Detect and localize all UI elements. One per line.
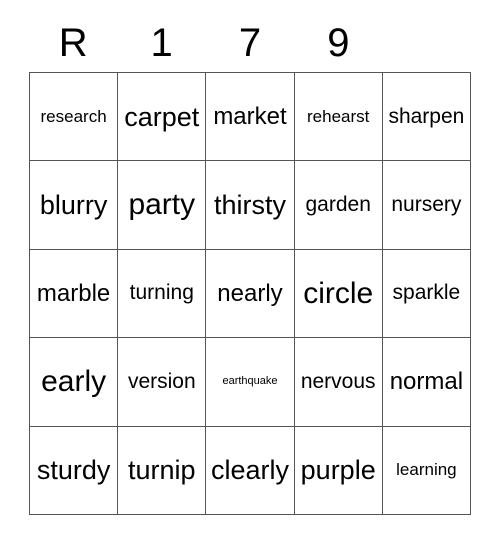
bingo-cell[interactable]: early bbox=[30, 338, 119, 427]
bingo-cell[interactable]: nursery bbox=[382, 161, 471, 250]
bingo-cell[interactable]: research bbox=[30, 73, 119, 162]
bingo-cell-label: rehearst bbox=[307, 106, 370, 126]
bingo-cell[interactable]: earthquake bbox=[206, 338, 295, 427]
bingo-cell[interactable]: market bbox=[206, 73, 295, 162]
bingo-header-row: R 1 7 9 bbox=[29, 14, 471, 72]
bingo-cell-label: carpet bbox=[124, 101, 200, 132]
bingo-cell[interactable]: sturdy bbox=[30, 426, 119, 515]
bingo-cell-label: party bbox=[128, 188, 196, 222]
bingo-cell-label: sturdy bbox=[36, 455, 111, 486]
bingo-cell[interactable]: carpet bbox=[118, 73, 207, 162]
bingo-cell-label: thirsty bbox=[213, 189, 286, 220]
bingo-cell[interactable]: purple bbox=[294, 426, 383, 515]
bingo-cell[interactable]: turnip bbox=[118, 426, 207, 515]
bingo-cell-label: marble bbox=[36, 279, 111, 307]
bingo-cell-label: garden bbox=[305, 193, 371, 217]
bingo-cell[interactable]: thirsty bbox=[206, 161, 295, 250]
bingo-cell[interactable]: circle bbox=[294, 249, 383, 339]
bingo-cell-label: sharpen bbox=[388, 104, 465, 128]
bingo-cell-label: blurry bbox=[39, 189, 108, 220]
bingo-cell-label: nervous bbox=[300, 369, 376, 393]
bingo-card: R 1 7 9 research carpet market rehearst … bbox=[0, 0, 500, 544]
bingo-cell[interactable]: clearly bbox=[206, 426, 295, 515]
bingo-cell-label: sparkle bbox=[392, 281, 461, 305]
bingo-cell[interactable]: sparkle bbox=[382, 249, 471, 339]
bingo-cell[interactable]: blurry bbox=[30, 161, 119, 250]
bingo-cell-label: nearly bbox=[217, 279, 283, 307]
bingo-cell-label: turning bbox=[129, 281, 194, 305]
bingo-cell-label: version bbox=[127, 369, 196, 393]
bingo-cell-label: nursery bbox=[391, 193, 462, 217]
bingo-header-cell-5 bbox=[383, 14, 471, 72]
bingo-cell-label: clearly bbox=[210, 455, 289, 486]
bingo-cell[interactable]: nearly bbox=[206, 249, 295, 339]
bingo-header-cell-2: 1 bbox=[150, 21, 173, 65]
bingo-cell-label: early bbox=[41, 365, 107, 399]
bingo-cell[interactable]: rehearst bbox=[294, 73, 383, 162]
bingo-cell-label: purple bbox=[300, 455, 376, 486]
bingo-cell[interactable]: version bbox=[118, 338, 207, 427]
bingo-header-cell-3: 7 bbox=[238, 21, 262, 65]
bingo-cell[interactable]: marble bbox=[30, 249, 119, 339]
bingo-cell-label: market bbox=[213, 103, 287, 131]
bingo-header-cell-1: R bbox=[58, 21, 88, 65]
bingo-cell-label: learning bbox=[396, 460, 457, 480]
bingo-cell[interactable]: learning bbox=[382, 426, 471, 515]
bingo-cell[interactable]: garden bbox=[294, 161, 383, 250]
bingo-cell-label: normal bbox=[389, 368, 464, 396]
bingo-grid: research carpet market rehearst sharpen … bbox=[29, 72, 471, 515]
bingo-cell-label: turnip bbox=[128, 455, 196, 486]
bingo-header-cell-4: 9 bbox=[327, 21, 350, 65]
bingo-cell-label: circle bbox=[303, 276, 374, 310]
bingo-cell[interactable]: sharpen bbox=[382, 73, 471, 162]
bingo-cell[interactable]: normal bbox=[382, 338, 471, 427]
bingo-cell-label: research bbox=[40, 106, 107, 126]
bingo-cell-label: earthquake bbox=[222, 375, 278, 388]
bingo-cell[interactable]: party bbox=[118, 161, 207, 250]
bingo-cell[interactable]: nervous bbox=[294, 338, 383, 427]
bingo-cell[interactable]: turning bbox=[118, 249, 207, 339]
